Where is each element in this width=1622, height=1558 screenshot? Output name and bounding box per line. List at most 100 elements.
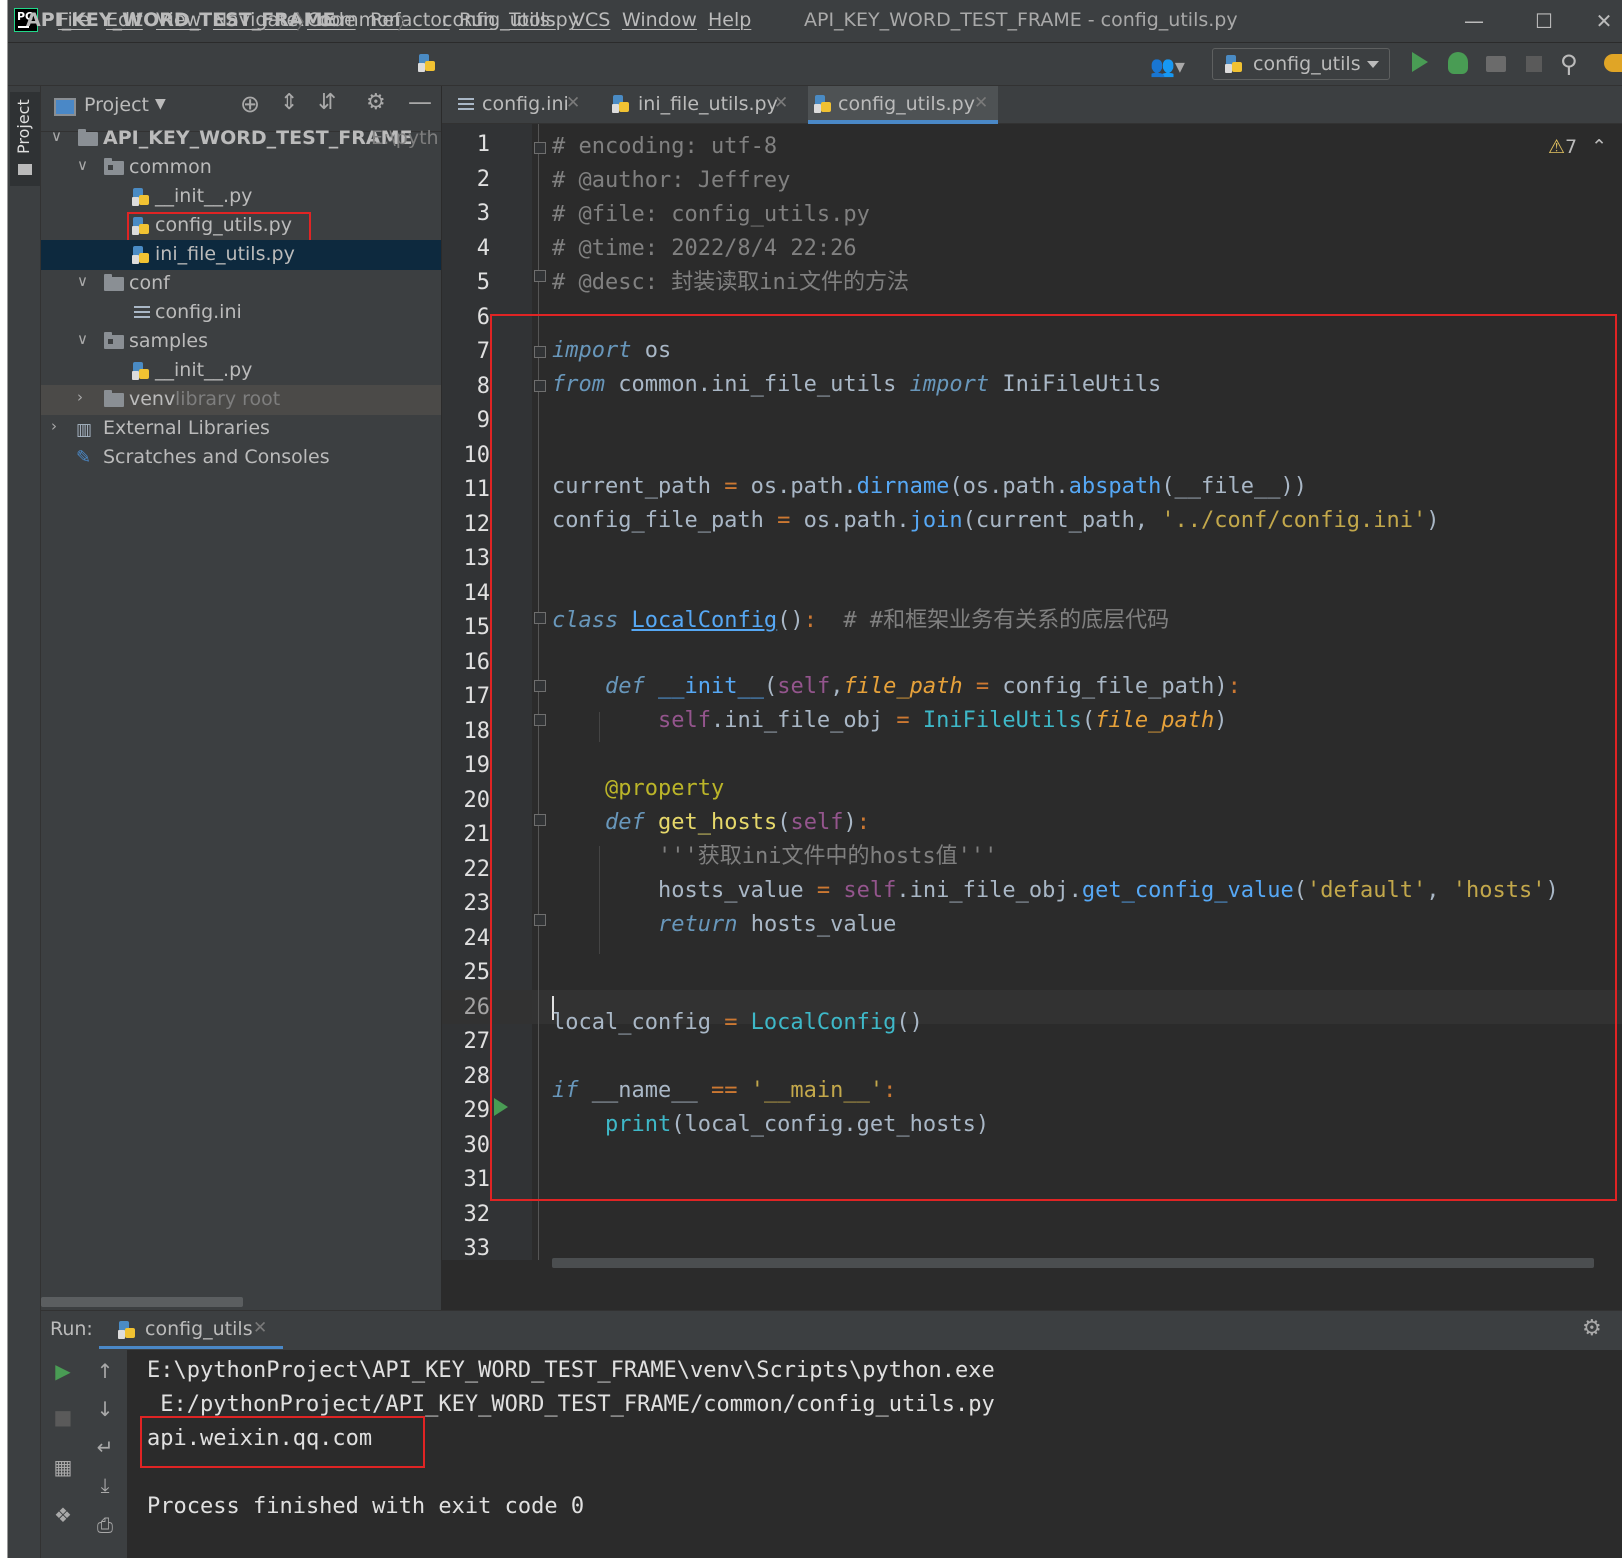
tree-item-venv[interactable]: › venv library root bbox=[41, 385, 441, 415]
close-tab-icon[interactable]: ✕ bbox=[774, 93, 788, 113]
locate-file-icon[interactable]: ⊕ bbox=[240, 90, 260, 118]
line-number: 22 bbox=[463, 856, 491, 882]
tree-item-config-ini[interactable]: config.ini bbox=[41, 298, 441, 328]
package-folder-icon bbox=[104, 158, 124, 175]
chevron-down-icon bbox=[1367, 61, 1379, 68]
soft-wrap-icon[interactable]: ↵ bbox=[92, 1434, 118, 1460]
tab-config-ini[interactable]: config.ini ✕ bbox=[442, 86, 586, 124]
tree-item-external-libraries[interactable]: › ▥ External Libraries bbox=[41, 414, 441, 444]
tree-item-label: ini_file_utils.py bbox=[155, 243, 295, 265]
background-window-edge bbox=[0, 0, 8, 1558]
tree-item-path: E:\pyth bbox=[371, 127, 439, 149]
menu-window[interactable]: Window bbox=[622, 9, 697, 31]
expand-all-icon[interactable]: ⇕ bbox=[280, 90, 298, 115]
close-window-icon[interactable]: ✕ bbox=[1586, 6, 1622, 36]
inspection-warnings[interactable]: ⚠7 ⌃ bbox=[1548, 136, 1607, 158]
chevron-down-icon[interactable]: ▼ bbox=[155, 96, 166, 112]
line-number: 4 bbox=[476, 235, 490, 261]
line-number: 7 bbox=[476, 339, 490, 364]
close-tab-icon[interactable]: ✕ bbox=[974, 93, 988, 113]
hide-panel-icon[interactable]: — bbox=[408, 88, 432, 116]
tree-item-suffix: library root bbox=[175, 388, 281, 410]
minimize-icon[interactable]: — bbox=[1454, 6, 1494, 36]
run-configuration-label: config_utils bbox=[1253, 53, 1361, 75]
close-tab-icon[interactable]: ✕ bbox=[253, 1318, 267, 1338]
gear-icon[interactable]: ⚙ bbox=[366, 90, 386, 115]
run-tab-label[interactable]: config_utils bbox=[145, 1318, 253, 1340]
breadcrumb-folder[interactable]: common bbox=[318, 9, 401, 31]
breadcrumb-separator-icon: 〉 bbox=[296, 12, 316, 34]
tree-item-scratches[interactable]: ✎ Scratches and Consoles bbox=[41, 443, 441, 473]
warning-icon: ⚠ bbox=[1548, 136, 1566, 158]
debug-icon[interactable] bbox=[1448, 52, 1468, 74]
tab-ini-file-utils-py[interactable]: ini_file_utils.py ✕ bbox=[598, 86, 794, 124]
project-horizontal-scrollbar[interactable] bbox=[41, 1297, 243, 1307]
run-icon[interactable] bbox=[1412, 52, 1428, 72]
arrow-up-icon[interactable]: ↑ bbox=[92, 1358, 118, 1384]
search-icon[interactable]: ⚲ bbox=[1560, 50, 1578, 78]
tree-item-label: config.ini bbox=[155, 301, 242, 323]
line-number: 16 bbox=[463, 649, 491, 675]
chevron-down-icon: ∨ bbox=[77, 156, 88, 174]
python-file-icon bbox=[418, 53, 436, 73]
editor-horizontal-scrollbar[interactable] bbox=[552, 1258, 1594, 1268]
folder-icon bbox=[104, 274, 124, 291]
maximize-icon[interactable]: ☐ bbox=[1524, 6, 1564, 36]
line-number: 14 bbox=[463, 580, 491, 606]
run-configuration-select[interactable]: config_utils bbox=[1212, 48, 1390, 80]
tree-item-conf[interactable]: ∨ conf bbox=[41, 269, 441, 299]
tool-window-stripe bbox=[8, 86, 41, 1558]
project-tool-button[interactable]: Project bbox=[10, 92, 40, 186]
project-view-icon bbox=[54, 98, 76, 116]
arrow-down-icon[interactable]: ↓ bbox=[92, 1396, 118, 1422]
warning-count: 7 bbox=[1565, 136, 1578, 158]
ini-file-icon bbox=[134, 305, 150, 321]
highlight-box bbox=[140, 1416, 425, 1468]
breadcrumb-project[interactable]: API_KEY_WORD_TEST_FRAME bbox=[26, 9, 335, 31]
tree-item-samples[interactable]: ∨ samples bbox=[41, 327, 441, 357]
tree-root-api-key-word-test-frame[interactable]: ∨ API_KEY_WORD_TEST_FRAME E:\pyth bbox=[41, 124, 441, 154]
gear-icon[interactable]: ⚙ bbox=[1582, 1316, 1602, 1341]
coverage-icon[interactable] bbox=[1486, 56, 1506, 72]
line-number: 11 bbox=[463, 477, 491, 502]
menu-help[interactable]: Help bbox=[708, 9, 751, 31]
collapse-all-icon[interactable]: ⇵ bbox=[318, 90, 336, 115]
tab-label: ini_file_utils.py bbox=[638, 93, 778, 115]
line-number: 18 bbox=[463, 718, 491, 744]
package-folder-icon bbox=[104, 332, 124, 349]
rerun-icon[interactable]: ▶ bbox=[50, 1358, 76, 1384]
chevron-right-icon: › bbox=[51, 417, 57, 435]
stop-icon[interactable]: ■ bbox=[50, 1404, 76, 1430]
line-number: 30 bbox=[463, 1132, 491, 1158]
chevron-right-icon: › bbox=[77, 388, 83, 406]
scroll-to-end-icon[interactable]: ⤓ bbox=[92, 1472, 118, 1498]
print-icon[interactable]: ⎙ bbox=[92, 1512, 118, 1538]
updates-icon[interactable] bbox=[1604, 54, 1622, 72]
fold-marker-icon[interactable] bbox=[534, 142, 546, 154]
layout-icon[interactable]: ▦ bbox=[50, 1454, 76, 1480]
tree-item-label: conf bbox=[129, 272, 170, 294]
pin-icon[interactable]: ❖ bbox=[50, 1502, 76, 1528]
chevron-up-icon[interactable]: ⌃ bbox=[1591, 136, 1607, 158]
project-tool-label: Project bbox=[14, 99, 33, 154]
tree-item-common[interactable]: ∨ common bbox=[41, 153, 441, 183]
breadcrumb-file[interactable]: config_utils.py bbox=[442, 9, 579, 31]
tree-item-label: Scratches and Consoles bbox=[103, 446, 330, 468]
libraries-icon: ▥ bbox=[76, 420, 93, 440]
tab-config-utils-py[interactable]: config_utils.py ✕ bbox=[808, 86, 998, 124]
ini-file-icon bbox=[458, 97, 474, 113]
tree-item-init-py[interactable]: __init__.py bbox=[41, 182, 441, 212]
tree-item-ini-file-utils-py[interactable]: ini_file_utils.py bbox=[41, 240, 441, 270]
line-number: 8 bbox=[476, 373, 490, 399]
close-tab-icon[interactable]: ✕ bbox=[566, 93, 580, 113]
line-number: 2 bbox=[476, 166, 490, 192]
fold-marker-icon[interactable] bbox=[534, 270, 546, 282]
code-line-4: # @time: 2022/8/4 22:26 bbox=[552, 236, 857, 261]
project-view-label[interactable]: Project bbox=[84, 94, 149, 116]
tree-item-label: samples bbox=[129, 330, 208, 352]
line-number: 21 bbox=[463, 822, 491, 847]
vcs-user-icon[interactable]: 👥▾ bbox=[1150, 54, 1185, 78]
stop-icon[interactable] bbox=[1526, 56, 1542, 72]
tree-item-init-py[interactable]: __init__.py bbox=[41, 356, 441, 386]
run-panel-label: Run: bbox=[50, 1318, 93, 1340]
